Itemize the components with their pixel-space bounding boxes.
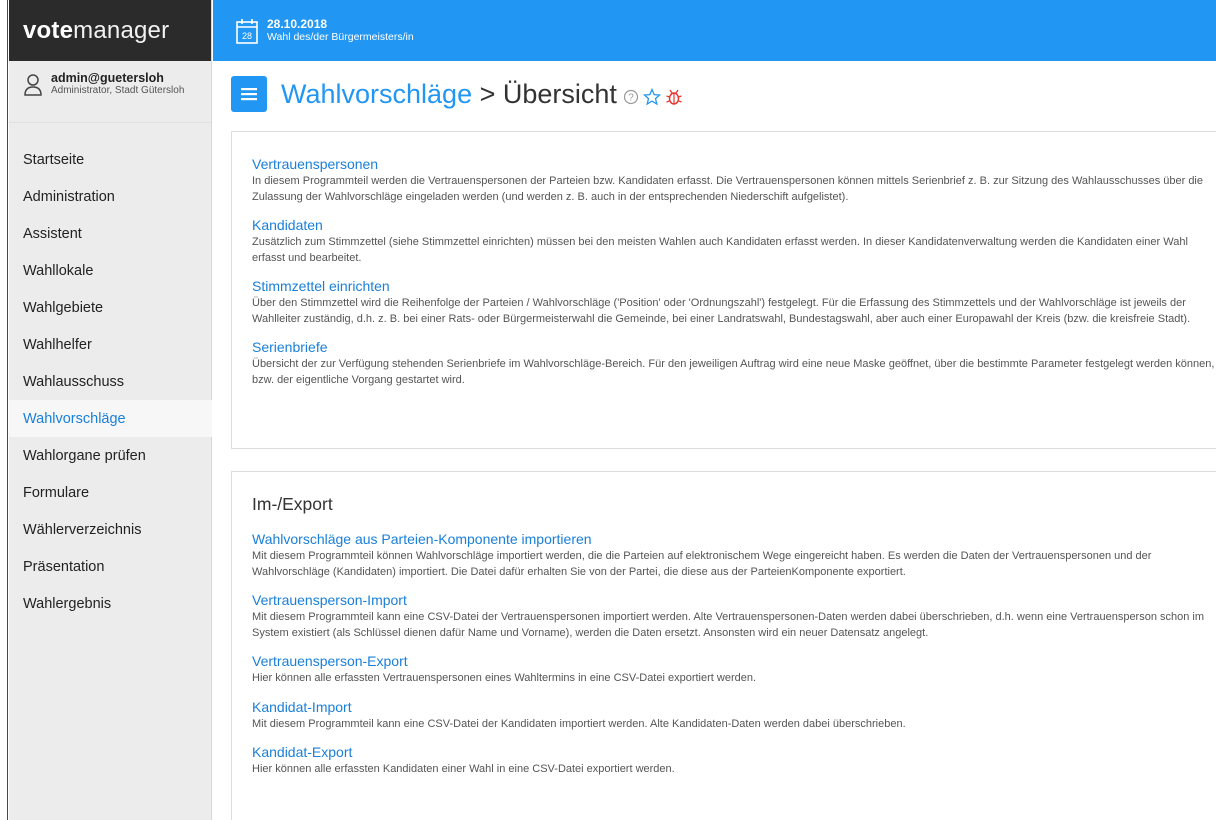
list-item: Kandidat-Import Mit diesem Programmteil … xyxy=(252,697,1216,733)
top-bar: 28 28.10.2018 Wahl des/der Bürgermeister… xyxy=(213,0,1216,61)
user-name: admin@guetersloh xyxy=(51,71,164,85)
svg-text:?: ? xyxy=(628,93,634,104)
menu-toggle-button[interactable] xyxy=(231,76,267,112)
bug-icon[interactable] xyxy=(665,88,683,106)
description: Mit diesem Programmteil können Wahlvorsc… xyxy=(252,550,1152,578)
breadcrumb-wahlvorschlaege[interactable]: Wahlvorschläge xyxy=(281,79,472,109)
link-serienbriefe[interactable]: Serienbriefe xyxy=(252,337,328,357)
description: Hier können alle erfassten Vertrauensper… xyxy=(252,672,757,684)
election-date: 28.10.2018 xyxy=(267,16,328,31)
calendar-day: 28 xyxy=(242,31,252,41)
list-item: Stimmzettel einrichten Über den Stimmzet… xyxy=(252,276,1216,327)
breadcrumb-current: > Übersicht xyxy=(472,78,617,109)
star-outline-icon[interactable] xyxy=(642,88,661,106)
sidebar-item-wahlhelfer[interactable]: Wahlhelfer xyxy=(9,326,212,363)
description: Mit diesem Programmteil kann eine CSV-Da… xyxy=(252,611,1205,639)
sidebar-item-praesentation[interactable]: Präsentation xyxy=(9,548,212,585)
link-stimmzettel-einrichten[interactable]: Stimmzettel einrichten xyxy=(252,276,390,296)
sidebar-item-wahlvorschlaege[interactable]: Wahlvorschläge xyxy=(9,400,212,437)
import-export-card: Im-/Export Wahlvorschläge aus Parteien-K… xyxy=(231,471,1216,820)
link-kandidat-export[interactable]: Kandidat-Export xyxy=(252,742,352,762)
user-role: Administrator, Stadt Gütersloh xyxy=(51,85,185,96)
list-item: Serienbriefe Übersicht der zur Verfügung… xyxy=(252,337,1216,388)
brand-logo[interactable]: vote manager xyxy=(9,0,211,61)
brand-rest: manager xyxy=(73,16,170,44)
list-item: Kandidaten Zusätzlich zum Stimmzettel (s… xyxy=(252,215,1216,266)
list-item: Vertrauensperson-Export Hier können alle… xyxy=(252,651,1216,687)
link-vertrauenspersonen[interactable]: Vertrauenspersonen xyxy=(252,154,378,174)
sidebar-nav: Startseite Administration Assistent Wahl… xyxy=(9,141,212,622)
link-kandidaten[interactable]: Kandidaten xyxy=(252,215,323,235)
link-vertrauensperson-import[interactable]: Vertrauensperson-Import xyxy=(252,590,407,610)
sidebar-item-administration[interactable]: Administration xyxy=(9,178,212,215)
sidebar-item-assistent[interactable]: Assistent xyxy=(9,215,212,252)
description: Zusätzlich zum Stimmzettel (siehe Stimmz… xyxy=(252,236,1188,264)
description: Übersicht der zur Verfügung stehenden Se… xyxy=(252,358,1215,386)
link-vertrauensperson-export[interactable]: Vertrauensperson-Export xyxy=(252,651,408,671)
calendar-icon[interactable]: 28 xyxy=(235,17,259,45)
list-item: Vertrauensperson-Import Mit diesem Progr… xyxy=(252,590,1216,641)
hamburger-icon xyxy=(241,88,257,101)
election-name: Wahl des/der Bürgermeisters/in xyxy=(267,30,414,43)
sidebar-item-wahlgebiete[interactable]: Wahlgebiete xyxy=(9,289,212,326)
page-title-bar: Wahlvorschläge > Übersicht ? xyxy=(231,74,683,114)
list-item: Vertrauenspersonen In diesem Programmtei… xyxy=(252,154,1216,205)
sidebar-item-wahlorgane-pruefen[interactable]: Wahlorgane prüfen xyxy=(9,437,212,474)
list-item: Kandidat-Export Hier können alle erfasst… xyxy=(252,742,1216,778)
description: Mit diesem Programmteil kann eine CSV-Da… xyxy=(252,717,906,730)
user-icon xyxy=(24,74,42,96)
link-kandidat-import[interactable]: Kandidat-Import xyxy=(252,697,352,717)
description: Hier können alle erfassten Kandidaten ei… xyxy=(252,763,675,775)
sidebar-item-wahllokale[interactable]: Wahllokale xyxy=(9,252,212,289)
sidebar-item-startseite[interactable]: Startseite xyxy=(9,141,212,178)
link-parteien-import[interactable]: Wahlvorschläge aus Parteien-Komponente i… xyxy=(252,529,592,549)
sidebar-item-wahlergebnis[interactable]: Wahlergebnis xyxy=(9,585,212,622)
user-info[interactable]: admin@guetersloh Administrator, Stadt Gü… xyxy=(9,61,211,123)
wahlvorschlaege-card: Vertrauenspersonen In diesem Programmtei… xyxy=(231,131,1216,449)
list-item: Wahlvorschläge aus Parteien-Komponente i… xyxy=(252,529,1216,580)
page-title: Wahlvorschläge > Übersicht xyxy=(281,79,617,110)
sidebar-item-formulare[interactable]: Formulare xyxy=(9,474,212,511)
election-info[interactable]: 28.10.2018 Wahl des/der Bürgermeisters/i… xyxy=(267,16,414,44)
section-heading: Im-/Export xyxy=(252,494,333,514)
sidebar: vote manager admin@guetersloh Administrat… xyxy=(9,0,212,820)
sidebar-item-waehlerverzeichnis[interactable]: Wählerverzeichnis xyxy=(9,511,212,548)
description: Über den Stimmzettel wird die Reihenfolg… xyxy=(252,297,1191,325)
description: In diesem Programmteil werden die Vertra… xyxy=(252,175,1203,203)
help-circle-icon[interactable]: ? xyxy=(623,89,639,105)
brand-bold: vote xyxy=(23,16,74,44)
window-left-border xyxy=(0,0,8,820)
sidebar-item-wahlausschuss[interactable]: Wahlausschuss xyxy=(9,363,212,400)
